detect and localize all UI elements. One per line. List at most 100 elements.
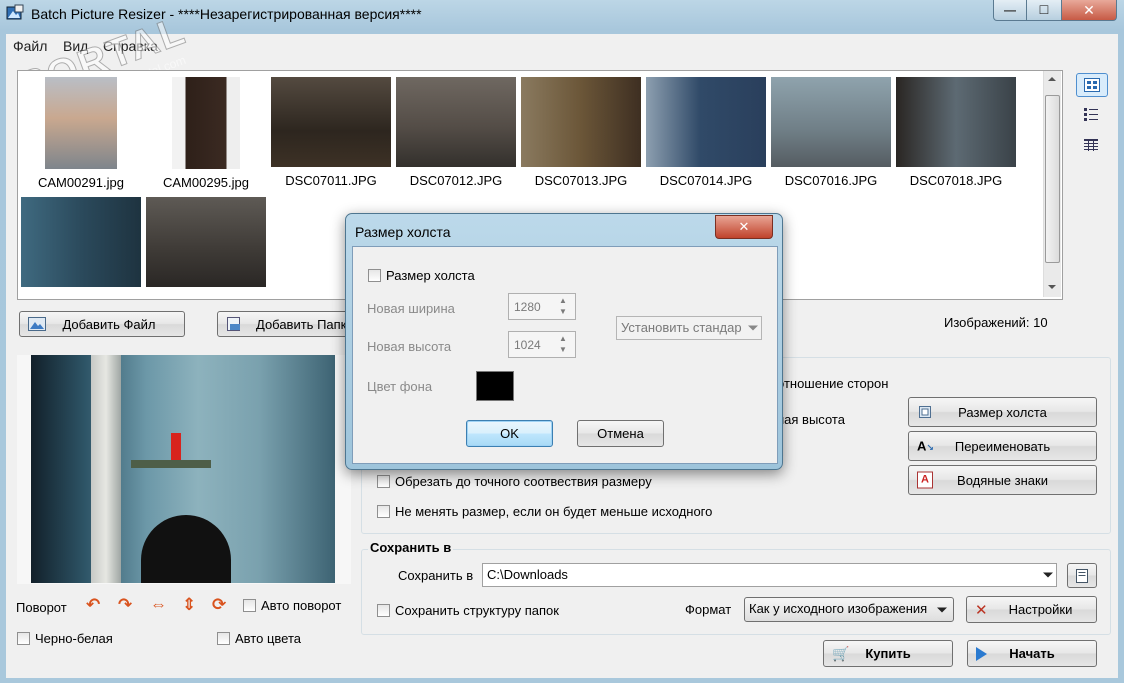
new-width-spinner[interactable]: 1280 ▲ ▼ bbox=[508, 293, 576, 320]
browse-folder-button[interactable] bbox=[1067, 563, 1097, 588]
thumbnail-item[interactable]: DSC07018.JPG bbox=[896, 77, 1016, 188]
scroll-up-icon[interactable] bbox=[1048, 77, 1056, 81]
keep-structure-label: Сохранить структуру папок bbox=[395, 603, 559, 618]
menu-file[interactable]: Файл bbox=[13, 38, 47, 54]
watermarks-button[interactable]: A Водяные знаки bbox=[908, 465, 1097, 495]
thumbnail-label: DSC07016.JPG bbox=[784, 173, 878, 188]
thumbnail-item[interactable]: CAM00291.jpg bbox=[21, 77, 141, 190]
canvas-size-button[interactable]: Размер холста bbox=[908, 397, 1097, 427]
rename-icon: A↘ bbox=[917, 438, 934, 454]
add-file-icon bbox=[28, 317, 46, 331]
menu-help[interactable]: Справка bbox=[103, 38, 158, 54]
dialog-ok-button[interactable]: OK bbox=[466, 420, 553, 447]
thumbnail-item[interactable]: DSC07011.JPG bbox=[271, 77, 391, 188]
thumbnail-item[interactable]: DSC07013.JPG bbox=[521, 77, 641, 188]
thumbnail-scrollbar[interactable] bbox=[1043, 71, 1061, 297]
rotate-180-icon[interactable]: ⟳ bbox=[212, 595, 226, 615]
scroll-down-icon[interactable] bbox=[1048, 285, 1056, 289]
preview-panel bbox=[17, 355, 351, 584]
save-path-combo[interactable]: C:\Downloads bbox=[482, 563, 1057, 587]
preview-bottle bbox=[171, 433, 181, 460]
start-button[interactable]: Начать bbox=[967, 640, 1097, 667]
minimize-icon: — bbox=[1004, 3, 1016, 17]
add-folder-label: Добавить Папку bbox=[256, 316, 354, 332]
canvas-size-label: Размер холста bbox=[958, 404, 1047, 420]
rotate-left-icon[interactable]: ↶ bbox=[86, 595, 100, 615]
buy-button[interactable]: 🛒 Купить bbox=[823, 640, 953, 667]
view-list-icon[interactable] bbox=[1083, 107, 1099, 123]
standard-size-combo[interactable]: Установить стандар bbox=[616, 316, 762, 340]
dialog-cancel-button[interactable]: Отмена bbox=[577, 420, 664, 447]
rename-label: Переименовать bbox=[954, 438, 1051, 454]
watermark-icon: A bbox=[917, 471, 933, 489]
view-details-icon[interactable] bbox=[1083, 137, 1099, 153]
thumbnail-item[interactable]: DSC07014.JPG bbox=[646, 77, 766, 188]
save-path-value: C:\Downloads bbox=[487, 567, 568, 582]
canvas-size-enable-label: Размер холста bbox=[386, 268, 475, 283]
minimize-button[interactable]: — bbox=[993, 0, 1027, 21]
flip-vertical-icon[interactable]: ⇕ bbox=[182, 595, 196, 615]
thumbnail-image bbox=[146, 197, 266, 287]
thumbnail-image bbox=[271, 77, 391, 167]
crop-exact-checkbox[interactable] bbox=[377, 475, 390, 488]
spin-up-icon[interactable]: ▲ bbox=[559, 334, 567, 343]
bg-color-label: Цвет фона bbox=[367, 379, 433, 394]
format-combo[interactable]: Как у исходного изображения bbox=[744, 597, 954, 622]
thumbnail-label: DSC07013.JPG bbox=[534, 173, 628, 188]
rename-button[interactable]: A↘ Переименовать bbox=[908, 431, 1097, 461]
thumbnail-image bbox=[172, 77, 240, 169]
thumbnail-image bbox=[896, 77, 1016, 167]
view-large-icons-button[interactable] bbox=[1076, 73, 1108, 97]
auto-color-label: Авто цвета bbox=[235, 631, 301, 646]
dialog-close-button[interactable]: ✕ bbox=[715, 215, 773, 239]
dialog-body: Размер холста Новая ширина 1280 ▲ ▼ Нова… bbox=[352, 246, 778, 464]
add-folder-icon bbox=[227, 317, 240, 331]
thumbnail-label: CAM00295.jpg bbox=[163, 175, 249, 190]
menu-bar bbox=[6, 34, 1118, 56]
thumbnail-item[interactable]: DSC07016.JPG bbox=[771, 77, 891, 188]
tools-icon: ✕ bbox=[975, 601, 988, 619]
thumbnail-image bbox=[771, 77, 891, 167]
folder-icon bbox=[1076, 568, 1088, 583]
thumbnail-image bbox=[521, 77, 641, 167]
thumbnail-item[interactable]: DSC07012.JPG bbox=[396, 77, 516, 188]
thumbnail-item[interactable] bbox=[146, 197, 266, 293]
thumbnail-item[interactable] bbox=[21, 197, 141, 293]
dialog-title: Размер холста bbox=[355, 224, 451, 240]
chevron-down-icon bbox=[748, 325, 758, 331]
save-to-label: Сохранить в bbox=[398, 568, 474, 583]
spin-up-icon[interactable]: ▲ bbox=[559, 296, 567, 305]
cart-icon: 🛒 bbox=[832, 645, 850, 661]
bg-color-swatch[interactable] bbox=[476, 371, 514, 401]
maximize-icon: ☐ bbox=[1038, 3, 1050, 17]
flip-horizontal-icon[interactable]: ⇔ bbox=[150, 595, 167, 615]
close-window-button[interactable]: ✕ bbox=[1061, 0, 1117, 21]
maximize-button[interactable]: ☐ bbox=[1026, 0, 1062, 21]
thumbnail-item[interactable]: CAM00295.jpg bbox=[146, 77, 266, 190]
start-label: Начать bbox=[1009, 646, 1055, 661]
auto-color-checkbox[interactable] bbox=[217, 632, 230, 645]
thumbnail-image bbox=[646, 77, 766, 167]
rotate-right-icon[interactable]: ↷ bbox=[118, 595, 132, 615]
scroll-thumb[interactable] bbox=[1045, 95, 1060, 263]
rotate-label: Поворот bbox=[16, 600, 67, 615]
new-height-spinner[interactable]: 1024 ▲ ▼ bbox=[508, 331, 576, 358]
close-icon: ✕ bbox=[1083, 1, 1095, 18]
add-file-button[interactable]: Добавить Файл bbox=[19, 311, 185, 337]
format-value: Как у исходного изображения bbox=[749, 601, 928, 616]
title-bar: Batch Picture Resizer - ****Незарегистри… bbox=[0, 0, 1124, 30]
window-title: Batch Picture Resizer - ****Незарегистри… bbox=[31, 6, 422, 22]
grayscale-checkbox[interactable] bbox=[17, 632, 30, 645]
spin-down-icon[interactable]: ▼ bbox=[559, 345, 567, 354]
no-upscale-checkbox[interactable] bbox=[377, 505, 390, 518]
menu-view[interactable]: Вид bbox=[63, 38, 88, 54]
large-icons-icon bbox=[1084, 78, 1100, 92]
thumbnail-image bbox=[45, 77, 117, 169]
new-height-label: Новая высота bbox=[367, 339, 452, 354]
keep-structure-checkbox[interactable] bbox=[377, 604, 390, 617]
canvas-size-enable-checkbox[interactable] bbox=[368, 269, 381, 282]
auto-rotate-checkbox[interactable] bbox=[243, 599, 256, 612]
spin-down-icon[interactable]: ▼ bbox=[559, 307, 567, 316]
settings-button[interactable]: ✕ Настройки bbox=[966, 596, 1097, 623]
chevron-down-icon bbox=[1043, 572, 1053, 578]
